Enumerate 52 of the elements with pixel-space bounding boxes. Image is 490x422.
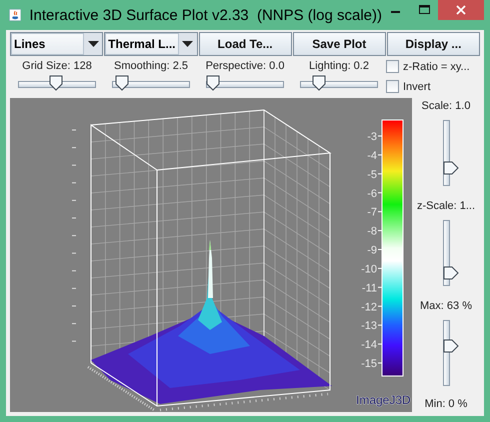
caret-icon [182, 41, 194, 47]
slider-label: z-Scale: 1... [416, 200, 476, 212]
scale-label: -14 [361, 339, 377, 352]
slider-label: Min: 0 % [424, 398, 468, 410]
slider[interactable] [112, 75, 190, 91]
checkbox[interactable] [386, 60, 399, 73]
slider-label: Max: 63 % [420, 300, 472, 312]
slider[interactable] [18, 75, 96, 91]
scale-label: -10 [361, 263, 377, 276]
app-icon [9, 7, 22, 23]
checkbox[interactable] [386, 80, 399, 93]
maximize-icon [418, 5, 430, 15]
slider[interactable] [300, 75, 378, 91]
dropdown[interactable]: Thermal L... [104, 32, 198, 56]
slider-label: Scale: 1.0 [422, 100, 470, 112]
scale-label: -6 [367, 188, 377, 200]
slider-label: Lighting: 0.2 [309, 60, 369, 72]
slider-thumb[interactable] [442, 160, 459, 175]
slider-thumb[interactable] [443, 339, 459, 354]
window-title: Interactive 3D Surface Plot v2.33 (NNPS (log scale)) [29, 6, 382, 24]
close-icon [456, 5, 466, 15]
scale-label: -12 [361, 301, 377, 314]
scale-label: -4 [367, 150, 377, 162]
dropdown[interactable]: Lines [10, 32, 104, 56]
scale-label: -5 [367, 168, 377, 181]
toolbar-button[interactable]: Load Te... [198, 32, 292, 56]
scale-label: -3 [367, 131, 377, 143]
scale-label: -15 [361, 358, 377, 370]
checkbox-label: z-Ratio = xy... [403, 60, 470, 72]
slider[interactable] [443, 320, 459, 386]
plot-caption: ImageJ3D [356, 393, 411, 407]
slider-thumb[interactable] [442, 266, 459, 280]
slider-label: Smoothing: 2.5 [114, 60, 188, 72]
scale-label: -7 [367, 206, 377, 219]
checkbox-label: Invert [403, 80, 431, 92]
scale-label: -9 [367, 244, 377, 256]
slider-thumb[interactable] [312, 75, 326, 91]
toolbar-button[interactable]: Display ... [386, 32, 480, 56]
toolbar-button[interactable]: Save Plot [292, 32, 386, 56]
slider-thumb[interactable] [206, 75, 220, 91]
scale-label: -13 [361, 320, 377, 332]
close-button[interactable] [438, 0, 484, 20]
slider[interactable] [206, 75, 284, 91]
slider[interactable] [442, 220, 459, 286]
caret-icon [88, 41, 99, 47]
slider-label: Perspective: 0.0 [206, 60, 284, 72]
slider-label: Grid Size: 128 [22, 60, 92, 72]
slider[interactable] [442, 120, 459, 186]
scale-label: -11 [362, 282, 377, 294]
scale-label: -8 [367, 226, 377, 238]
slider-thumb[interactable] [48, 75, 63, 91]
slider-thumb[interactable] [114, 75, 129, 91]
